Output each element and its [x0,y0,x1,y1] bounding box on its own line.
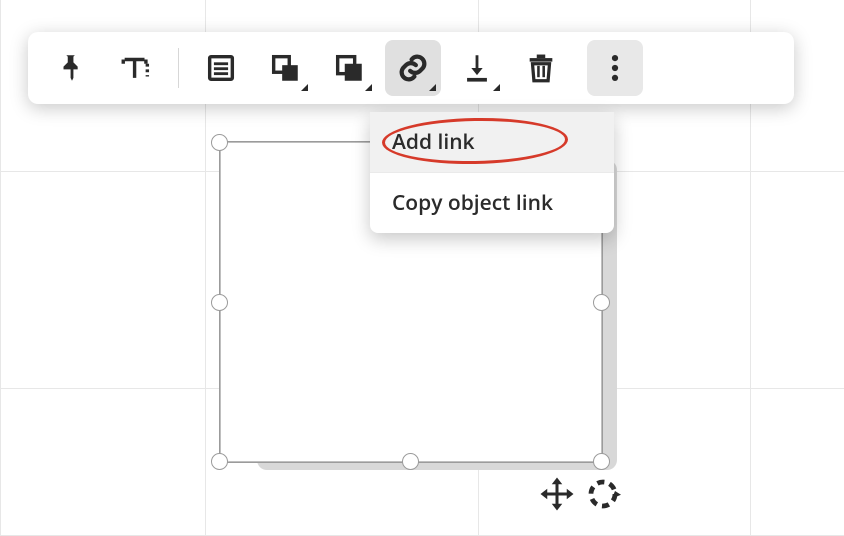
pin-button[interactable] [44,40,100,96]
resize-handle-w[interactable] [211,294,228,311]
toolbar-separator [178,48,179,88]
link-button[interactable] [385,40,441,96]
dropdown-indicator [301,84,308,91]
more-button[interactable] [587,40,643,96]
menu-item-add-link[interactable]: Add link [370,112,614,172]
arrange-icon [268,51,302,85]
delete-button[interactable] [513,40,569,96]
text-style-icon [119,51,153,85]
more-icon [598,51,632,85]
link-icon [396,51,430,85]
download-button[interactable] [449,40,505,96]
move-icon[interactable] [539,476,575,512]
dropdown-indicator [429,84,436,91]
arrange-button[interactable] [257,40,313,96]
resize-handle-sw[interactable] [211,453,228,470]
dropdown-indicator [493,84,500,91]
dropdown-indicator [365,84,372,91]
list-button[interactable] [193,40,249,96]
resize-handle-se[interactable] [593,453,610,470]
object-toolbar [28,32,794,104]
copy-button[interactable] [321,40,377,96]
pin-icon [55,51,89,85]
text-style-button[interactable] [108,40,164,96]
resize-handle-nw[interactable] [211,134,228,151]
link-dropdown: Add link Copy object link [370,112,614,233]
delete-icon [524,51,558,85]
copy-icon [332,51,366,85]
menu-item-copy-object-link[interactable]: Copy object link [370,172,614,233]
rotate-icon[interactable] [585,476,621,512]
resize-handle-e[interactable] [593,294,610,311]
list-icon [204,51,238,85]
object-controls [539,476,621,512]
resize-handle-s[interactable] [402,453,419,470]
download-icon [460,51,494,85]
